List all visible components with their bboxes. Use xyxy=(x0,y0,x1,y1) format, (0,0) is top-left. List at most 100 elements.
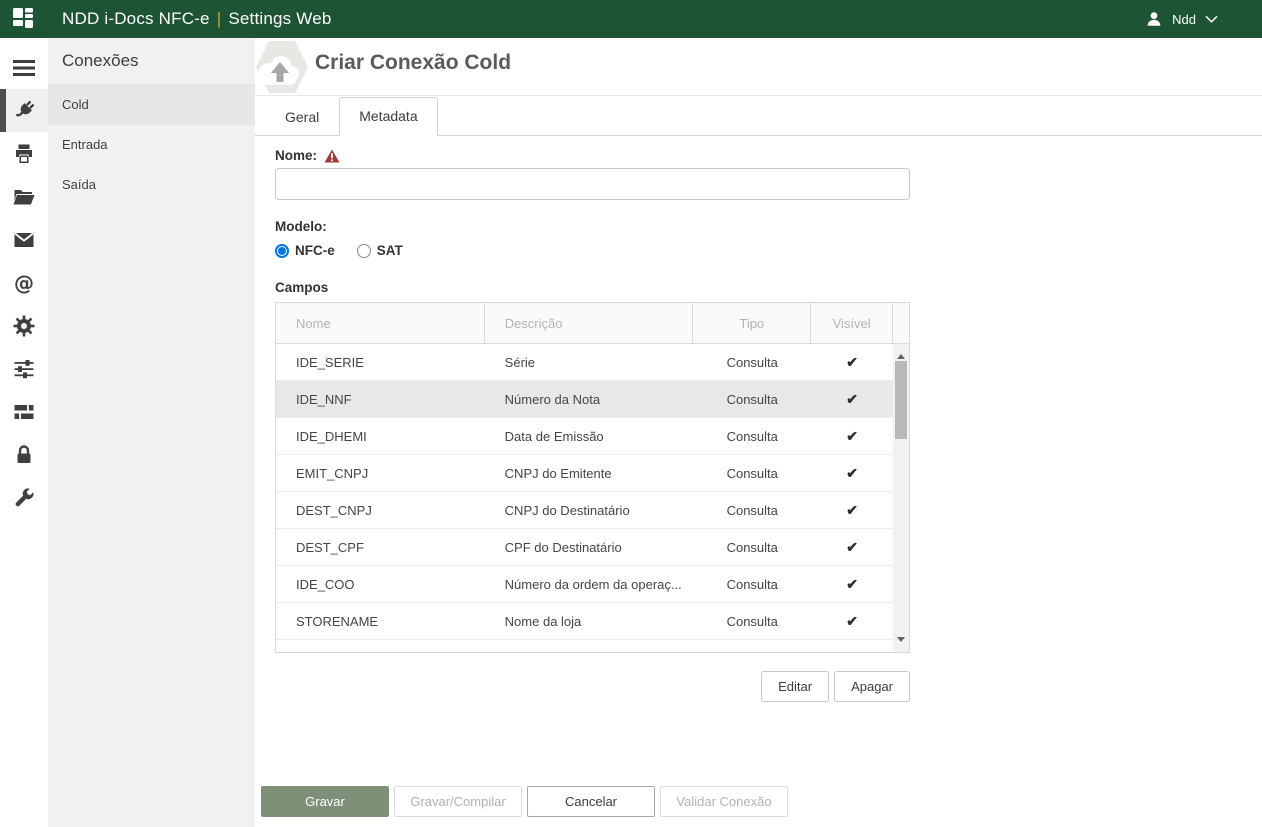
gravar-compilar-button[interactable]: Gravar/Compilar xyxy=(394,786,522,817)
cell-nome: EMIT_CNPJ xyxy=(276,466,485,481)
nome-label: Nome: xyxy=(275,148,317,163)
topbar: NDD i-Docs NFC-e|Settings Web Ndd xyxy=(0,0,1262,38)
warning-icon xyxy=(324,149,340,163)
modelo-radio-group: NFC-e SAT xyxy=(275,243,910,258)
nome-label-row: Nome: xyxy=(275,148,910,163)
rail-item-files[interactable] xyxy=(0,175,48,218)
gravar-button[interactable]: Gravar xyxy=(261,786,389,817)
cell-descricao: Número da ordem da operaç... xyxy=(485,577,694,592)
scroll-up-icon[interactable] xyxy=(897,350,905,359)
cell-nome: IDE_COO xyxy=(276,577,485,592)
sidebar-item-entrada[interactable]: Entrada xyxy=(48,125,255,165)
radio-option-nfc-e[interactable]: NFC-e xyxy=(275,243,335,258)
main-content: Criar Conexão Cold GeralMetadata Nome: M… xyxy=(255,38,1262,827)
cloud-upload-icon xyxy=(255,40,310,94)
campos-label: Campos xyxy=(275,280,910,295)
user-icon xyxy=(1145,10,1163,28)
check-icon: ✔ xyxy=(811,354,893,371)
sliders-icon xyxy=(12,357,36,381)
menu-toggle-button[interactable] xyxy=(0,46,48,89)
rail-item-email-settings[interactable]: @ xyxy=(0,261,48,304)
rail-item-services[interactable] xyxy=(0,390,48,433)
plug-icon xyxy=(12,99,36,123)
rail-item-settings[interactable] xyxy=(0,304,48,347)
menu-icon xyxy=(13,59,35,77)
cell-tipo: Consulta xyxy=(693,540,811,555)
table-row[interactable]: IDE_COONúmero da ordem da operaç...Consu… xyxy=(276,566,893,603)
column-header-tipo: Tipo xyxy=(693,303,811,343)
cell-descricao: CNPJ do Destinatário xyxy=(485,503,694,518)
scrollbar-thumb[interactable] xyxy=(895,361,907,439)
sidebar-item-list: ColdEntradaSaída xyxy=(48,85,255,205)
check-icon: ✔ xyxy=(811,539,893,556)
cell-descricao: Data de Emissão xyxy=(485,429,694,444)
cell-tipo: Consulta xyxy=(693,392,811,407)
table-row[interactable]: IDE_NNFNúmero da NotaConsulta✔ xyxy=(276,381,893,418)
column-header-scroll-spacer xyxy=(893,303,909,343)
check-icon: ✔ xyxy=(811,613,893,630)
cell-descricao: CPF do Destinatário xyxy=(485,540,694,555)
panel-title: Conexões xyxy=(48,38,255,85)
check-icon: ✔ xyxy=(811,428,893,445)
validar-conexão-button[interactable]: Validar Conexão xyxy=(660,786,788,817)
table-row[interactable]: DEST_CPFCPF do DestinatárioConsulta✔ xyxy=(276,529,893,566)
campos-table: Nome Descrição Tipo Visível IDE_SERIESér… xyxy=(275,302,910,653)
cell-nome: IDE_SERIE xyxy=(276,355,485,370)
cancelar-button[interactable]: Cancelar xyxy=(527,786,655,817)
check-icon: ✔ xyxy=(811,465,893,482)
cell-descricao: Série xyxy=(485,355,694,370)
radio-label: NFC-e xyxy=(295,243,335,258)
modelo-label: Modelo: xyxy=(275,219,910,234)
radio-unchecked-icon[interactable] xyxy=(357,244,371,258)
table-row[interactable]: DEST_CNPJCNPJ do DestinatárioConsulta✔ xyxy=(276,492,893,529)
connections-panel: Conexões ColdEntradaSaída xyxy=(48,38,255,827)
table-header: Nome Descrição Tipo Visível xyxy=(276,303,909,344)
rail-item-mail[interactable] xyxy=(0,218,48,261)
page-title: Criar Conexão Cold xyxy=(315,51,511,75)
nome-input[interactable] xyxy=(275,168,910,200)
rail-item-printing[interactable] xyxy=(0,132,48,175)
table-row[interactable]: IDE_SERIESérieConsulta✔ xyxy=(276,344,893,381)
gear-icon xyxy=(12,314,36,338)
cell-tipo: Consulta xyxy=(693,614,811,629)
cell-tipo: Consulta xyxy=(693,466,811,481)
sidebar-item-cold[interactable]: Cold xyxy=(48,85,255,125)
cell-descricao: CNPJ do Emitente xyxy=(485,466,694,481)
wrench-icon xyxy=(12,486,36,510)
rail-item-connections[interactable] xyxy=(0,89,48,132)
ndd-logo-icon xyxy=(12,7,36,31)
icon-rail: @ xyxy=(0,38,48,827)
edit-button[interactable]: Editar xyxy=(761,671,829,702)
cell-tipo: Consulta xyxy=(693,429,811,444)
table-body: IDE_SERIESérieConsulta✔IDE_NNFNúmero da … xyxy=(276,344,909,652)
tab-metadata[interactable]: Metadata xyxy=(339,97,437,136)
cell-tipo: Consulta xyxy=(693,577,811,592)
user-name: Ndd xyxy=(1172,12,1196,27)
chevron-down-icon xyxy=(1205,15,1218,24)
table-row[interactable]: STORENAMENome da lojaConsulta✔ xyxy=(276,603,893,640)
scroll-down-icon[interactable] xyxy=(897,637,905,646)
cell-tipo: Consulta xyxy=(693,503,811,518)
tab-geral[interactable]: Geral xyxy=(265,98,339,136)
delete-button[interactable]: Apagar xyxy=(834,671,910,702)
cell-nome: DEST_CNPJ xyxy=(276,503,485,518)
cell-nome: DEST_CPF xyxy=(276,540,485,555)
rail-item-parameters[interactable] xyxy=(0,347,48,390)
check-icon: ✔ xyxy=(811,576,893,593)
lock-icon xyxy=(12,443,36,467)
rail-item-tools[interactable] xyxy=(0,476,48,519)
table-row[interactable]: EMIT_CNPJCNPJ do EmitenteConsulta✔ xyxy=(276,455,893,492)
sidebar-item-saída[interactable]: Saída xyxy=(48,165,255,205)
cell-nome: IDE_DHEMI xyxy=(276,429,485,444)
table-scrollbar[interactable] xyxy=(893,344,909,652)
table-row-partial xyxy=(276,640,893,652)
folder-open-icon xyxy=(12,185,36,209)
check-icon: ✔ xyxy=(811,502,893,519)
table-row[interactable]: IDE_DHEMIData de EmissãoConsulta✔ xyxy=(276,418,893,455)
radio-option-sat[interactable]: SAT xyxy=(357,243,403,258)
user-menu[interactable]: Ndd xyxy=(1145,10,1218,28)
printer-icon xyxy=(12,142,36,166)
footer-buttons: GravarGravar/CompilarCancelarValidar Con… xyxy=(261,786,788,817)
rail-item-security[interactable] xyxy=(0,433,48,476)
radio-checked-icon[interactable] xyxy=(275,244,289,258)
